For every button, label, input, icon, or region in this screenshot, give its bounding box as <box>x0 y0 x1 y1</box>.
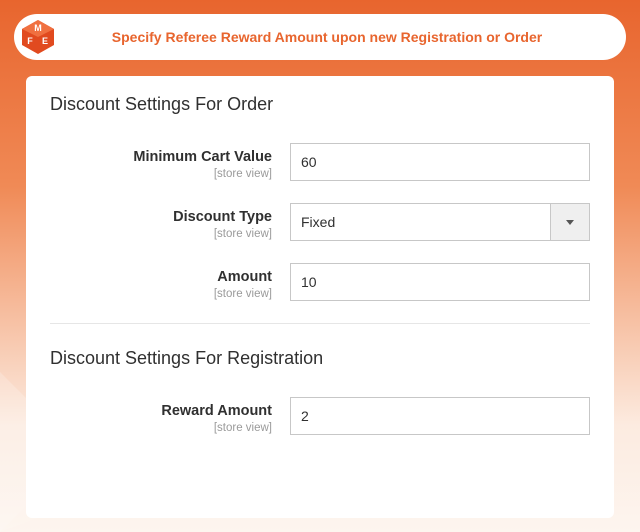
chevron-down-icon <box>566 220 574 225</box>
header-bar: M F E Specify Referee Reward Amount upon… <box>14 14 626 60</box>
section-divider <box>50 323 590 324</box>
field-scope: [store view] <box>50 288 272 300</box>
field-row-amount: Amount [store view] <box>50 263 590 301</box>
field-scope: [store view] <box>50 422 272 434</box>
field-label: Minimum Cart Value <box>50 149 272 166</box>
section-title-registration: Discount Settings For Registration <box>50 348 590 369</box>
field-row-discount-type: Discount Type [store view] Fixed <box>50 203 590 241</box>
logo-letter-e: E <box>42 36 48 46</box>
page-title: Specify Referee Reward Amount upon new R… <box>58 29 626 45</box>
min-cart-value-input[interactable] <box>290 143 590 181</box>
field-label-group: Minimum Cart Value [store view] <box>50 143 290 180</box>
field-label-group: Amount [store view] <box>50 263 290 300</box>
discount-type-selected-value: Fixed <box>290 203 550 241</box>
field-label: Discount Type <box>50 209 272 226</box>
field-row-reward-amount: Reward Amount [store view] <box>50 397 590 435</box>
field-label-group: Reward Amount [store view] <box>50 397 290 434</box>
discount-type-select[interactable]: Fixed <box>290 203 590 241</box>
discount-type-dropdown-button[interactable] <box>550 203 590 241</box>
brand-logo: M F E <box>18 17 58 57</box>
settings-panel: Discount Settings For Order Minimum Cart… <box>26 76 614 518</box>
field-row-min-cart: Minimum Cart Value [store view] <box>50 143 590 181</box>
logo-letter-m: M <box>34 23 42 33</box>
logo-letter-f: F <box>27 36 33 46</box>
field-label-group: Discount Type [store view] <box>50 203 290 240</box>
reward-amount-input[interactable] <box>290 397 590 435</box>
amount-input[interactable] <box>290 263 590 301</box>
field-label: Reward Amount <box>50 403 272 420</box>
field-scope: [store view] <box>50 168 272 180</box>
section-title-order: Discount Settings For Order <box>50 94 590 115</box>
field-scope: [store view] <box>50 228 272 240</box>
field-label: Amount <box>50 269 272 286</box>
